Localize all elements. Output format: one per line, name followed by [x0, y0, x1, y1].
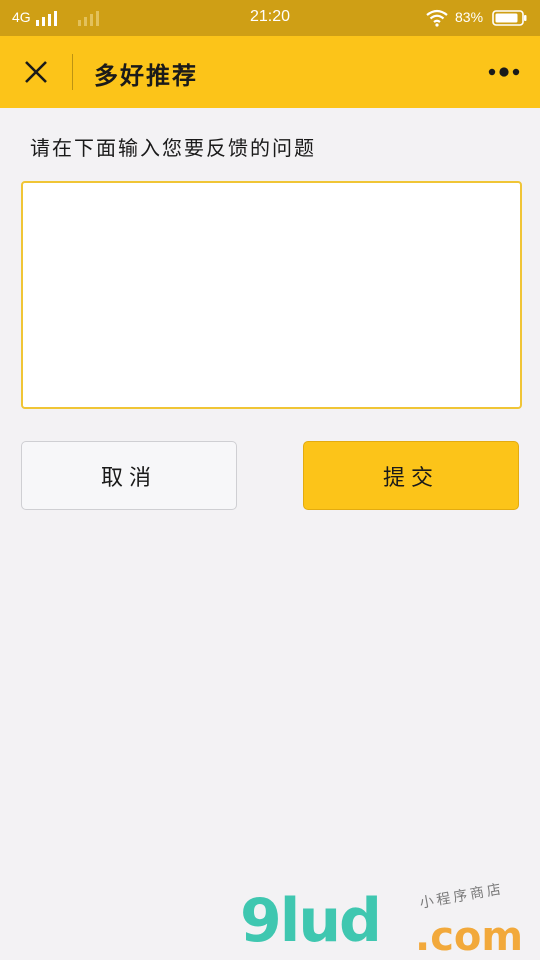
submit-button-label: 提交	[382, 465, 439, 491]
watermark-domain: .com	[415, 914, 524, 960]
watermark-tagline: 小程序商店	[418, 881, 506, 912]
more-dots-icon	[488, 67, 520, 77]
watermark-brand: 9lud	[240, 886, 382, 956]
more-button[interactable]	[484, 60, 524, 84]
close-button[interactable]	[18, 54, 54, 90]
battery-icon	[492, 10, 528, 30]
feedback-prompt: 请在下面输入您要反馈的问题	[30, 136, 316, 160]
nav-divider	[72, 54, 73, 90]
submit-button[interactable]: 提交	[303, 441, 519, 510]
cancel-button[interactable]: 取消	[21, 441, 237, 510]
battery-level: 83%	[455, 9, 484, 25]
close-icon	[25, 61, 47, 83]
nav-bar: 多好推荐	[0, 36, 540, 108]
cancel-button-label: 取消	[100, 465, 157, 491]
feedback-input[interactable]	[21, 181, 522, 409]
wifi-icon	[425, 9, 449, 31]
page-title: 多好推荐	[94, 61, 198, 90]
watermark: 9lud .com 小程序商店	[240, 881, 530, 960]
status-bar: 4G 21:20 83%	[0, 0, 540, 36]
